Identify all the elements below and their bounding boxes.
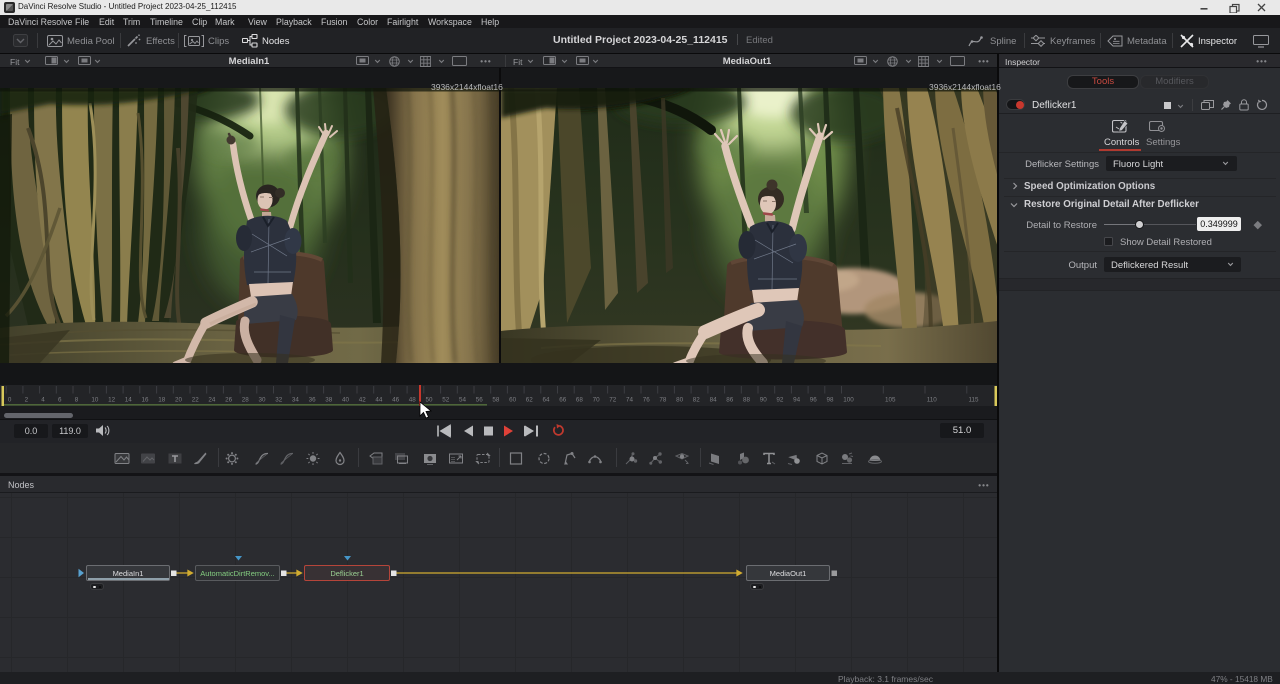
svg-text:6: 6 <box>58 397 62 404</box>
svg-text:42: 42 <box>359 397 367 404</box>
svg-text:0: 0 <box>8 397 12 404</box>
svg-text:16: 16 <box>142 397 150 404</box>
svg-text:100: 100 <box>843 397 854 404</box>
svg-text:20: 20 <box>175 397 183 404</box>
svg-text:28: 28 <box>242 397 250 404</box>
svg-text:40: 40 <box>342 397 350 404</box>
svg-text:38: 38 <box>325 397 333 404</box>
svg-text:94: 94 <box>793 397 801 404</box>
svg-text:24: 24 <box>208 397 216 404</box>
svg-text:86: 86 <box>726 397 734 404</box>
svg-text:48: 48 <box>409 397 417 404</box>
svg-text:4: 4 <box>41 397 45 404</box>
svg-text:72: 72 <box>609 397 617 404</box>
svg-text:96: 96 <box>810 397 818 404</box>
svg-text:22: 22 <box>192 397 200 404</box>
svg-text:52: 52 <box>442 397 450 404</box>
svg-text:78: 78 <box>659 397 667 404</box>
svg-text:10: 10 <box>91 397 99 404</box>
svg-text:2: 2 <box>25 397 29 404</box>
svg-text:12: 12 <box>108 397 116 404</box>
svg-text:8: 8 <box>75 397 79 404</box>
svg-text:58: 58 <box>492 397 500 404</box>
svg-text:30: 30 <box>259 397 267 404</box>
svg-text:68: 68 <box>576 397 584 404</box>
svg-text:34: 34 <box>292 397 300 404</box>
svg-text:44: 44 <box>375 397 383 404</box>
svg-text:66: 66 <box>559 397 567 404</box>
svg-text:56: 56 <box>476 397 484 404</box>
svg-text:26: 26 <box>225 397 233 404</box>
svg-text:98: 98 <box>827 397 835 404</box>
svg-text:88: 88 <box>743 397 751 404</box>
svg-text:14: 14 <box>125 397 133 404</box>
svg-text:115: 115 <box>969 397 980 404</box>
svg-text:110: 110 <box>927 397 938 404</box>
svg-text:46: 46 <box>392 397 400 404</box>
svg-text:54: 54 <box>459 397 467 404</box>
svg-text:62: 62 <box>526 397 534 404</box>
svg-text:92: 92 <box>776 397 784 404</box>
svg-text:84: 84 <box>710 397 718 404</box>
svg-text:70: 70 <box>593 397 601 404</box>
svg-text:60: 60 <box>509 397 517 404</box>
svg-text:105: 105 <box>885 397 896 404</box>
svg-text:80: 80 <box>676 397 684 404</box>
svg-text:90: 90 <box>760 397 768 404</box>
svg-text:32: 32 <box>275 397 283 404</box>
svg-text:36: 36 <box>309 397 317 404</box>
svg-text:18: 18 <box>158 397 166 404</box>
svg-text:76: 76 <box>643 397 651 404</box>
svg-text:64: 64 <box>543 397 551 404</box>
svg-text:82: 82 <box>693 397 701 404</box>
svg-text:74: 74 <box>626 397 634 404</box>
